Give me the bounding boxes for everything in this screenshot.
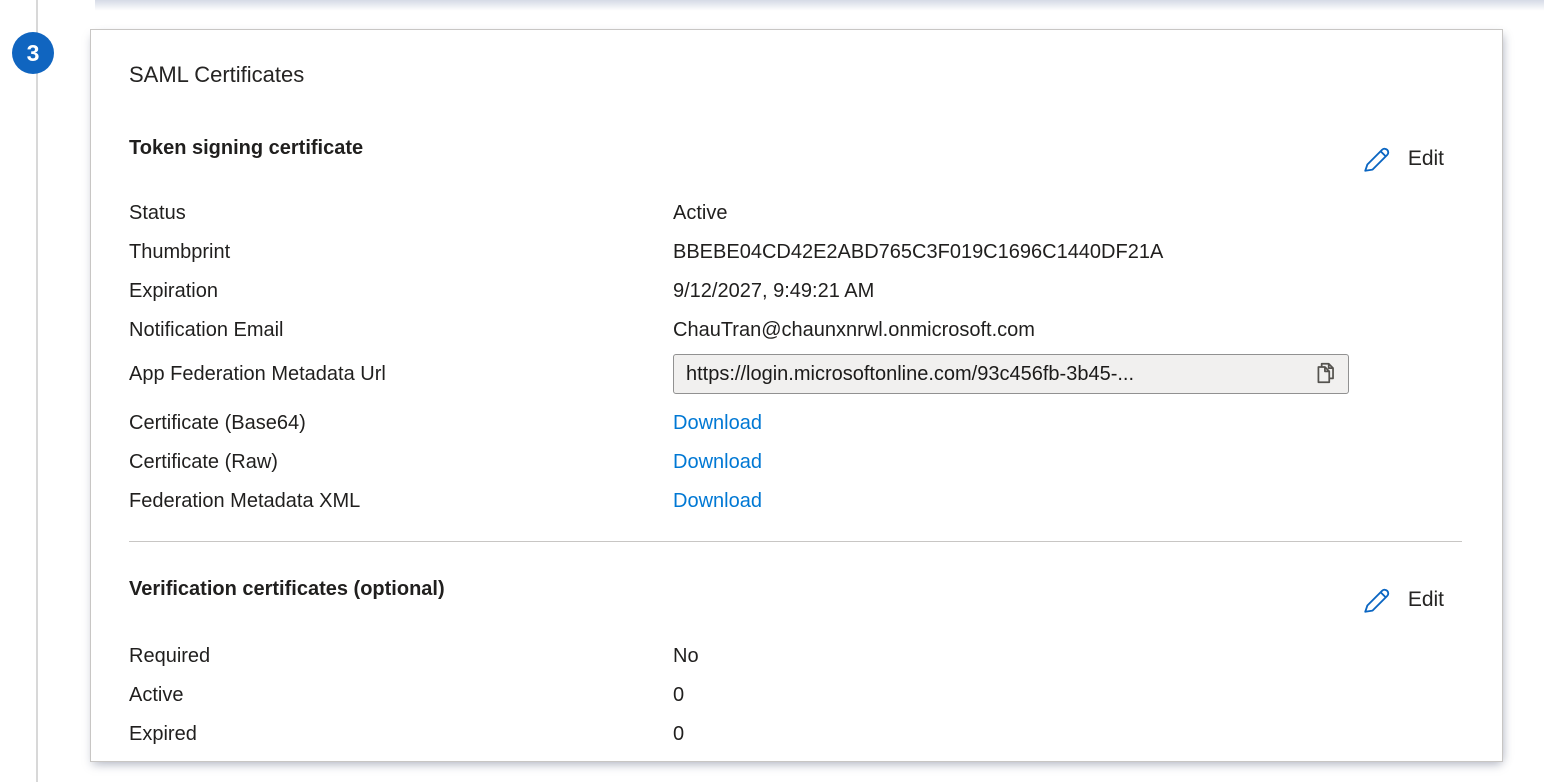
edit-label: Edit [1408, 147, 1444, 171]
certificate-raw-label: Certificate (Raw) [129, 443, 673, 482]
certificate-base64-label: Certificate (Base64) [129, 404, 673, 443]
verification-section-header: Verification certificates (optional) Edi… [129, 576, 1462, 615]
edit-verification-button[interactable]: Edit [1362, 585, 1444, 615]
copy-icon [1313, 360, 1339, 389]
verification-rows: Required No Active 0 Expired 0 [129, 637, 1462, 754]
expiration-label: Expiration [129, 272, 673, 311]
federation-metadata-xml-row: Federation Metadata XML Download [129, 482, 1462, 521]
saml-certificates-card: SAML Certificates Token signing certific… [90, 29, 1503, 762]
pencil-icon [1362, 585, 1392, 615]
certificate-raw-row: Certificate (Raw) Download [129, 443, 1462, 482]
app-federation-metadata-url-field[interactable]: https://login.microsoftonline.com/93c456… [673, 354, 1349, 394]
thumbprint-row: Thumbprint BBEBE04CD42E2ABD765C3F019C169… [129, 233, 1462, 272]
active-label: Active [129, 676, 673, 715]
active-row: Active 0 [129, 676, 1462, 715]
certificate-base64-download-link[interactable]: Download [673, 404, 762, 443]
token-signing-heading: Token signing certificate [129, 135, 363, 161]
active-value: 0 [673, 676, 684, 715]
status-row: Status Active [129, 194, 1462, 233]
pencil-icon [1362, 144, 1392, 174]
thumbprint-value: BBEBE04CD42E2ABD765C3F019C1696C1440DF21A [673, 233, 1163, 272]
section-divider [129, 541, 1462, 542]
app-federation-metadata-url-value: https://login.microsoftonline.com/93c456… [686, 363, 1310, 386]
verification-heading: Verification certificates (optional) [129, 576, 445, 602]
federation-metadata-xml-download-link[interactable]: Download [673, 482, 762, 521]
card-title: SAML Certificates [129, 61, 1462, 89]
notification-email-label: Notification Email [129, 311, 673, 350]
app-federation-metadata-url-label: App Federation Metadata Url [129, 352, 673, 396]
expired-row: Expired 0 [129, 715, 1462, 754]
edit-label: Edit [1408, 588, 1444, 612]
required-label: Required [129, 637, 673, 676]
token-signing-section-header: Token signing certificate Edit [129, 135, 1462, 174]
copy-url-button[interactable] [1310, 358, 1342, 390]
notification-email-value: ChauTran@chaunxnrwl.onmicrosoft.com [673, 311, 1035, 350]
app-federation-metadata-url-row: App Federation Metadata Url https://logi… [129, 352, 1462, 396]
certificate-raw-download-link[interactable]: Download [673, 443, 762, 482]
expiration-row: Expiration 9/12/2027, 9:49:21 AM [129, 272, 1462, 311]
token-signing-rows: Status Active Thumbprint BBEBE04CD42E2AB… [129, 194, 1462, 521]
status-value: Active [673, 194, 727, 233]
step-number: 3 [27, 40, 40, 67]
previous-card-bottom-shadow [95, 0, 1544, 12]
certificate-base64-row: Certificate (Base64) Download [129, 404, 1462, 443]
thumbprint-label: Thumbprint [129, 233, 673, 272]
step-3-badge: 3 [12, 32, 54, 74]
expiration-value: 9/12/2027, 9:49:21 AM [673, 272, 874, 311]
required-value: No [673, 637, 699, 676]
required-row: Required No [129, 637, 1462, 676]
status-label: Status [129, 194, 673, 233]
federation-metadata-xml-label: Federation Metadata XML [129, 482, 673, 521]
notification-email-row: Notification Email ChauTran@chaunxnrwl.o… [129, 311, 1462, 350]
edit-token-signing-button[interactable]: Edit [1362, 144, 1444, 174]
expired-label: Expired [129, 715, 673, 754]
expired-value: 0 [673, 715, 684, 754]
timeline-connector-line [36, 0, 38, 782]
